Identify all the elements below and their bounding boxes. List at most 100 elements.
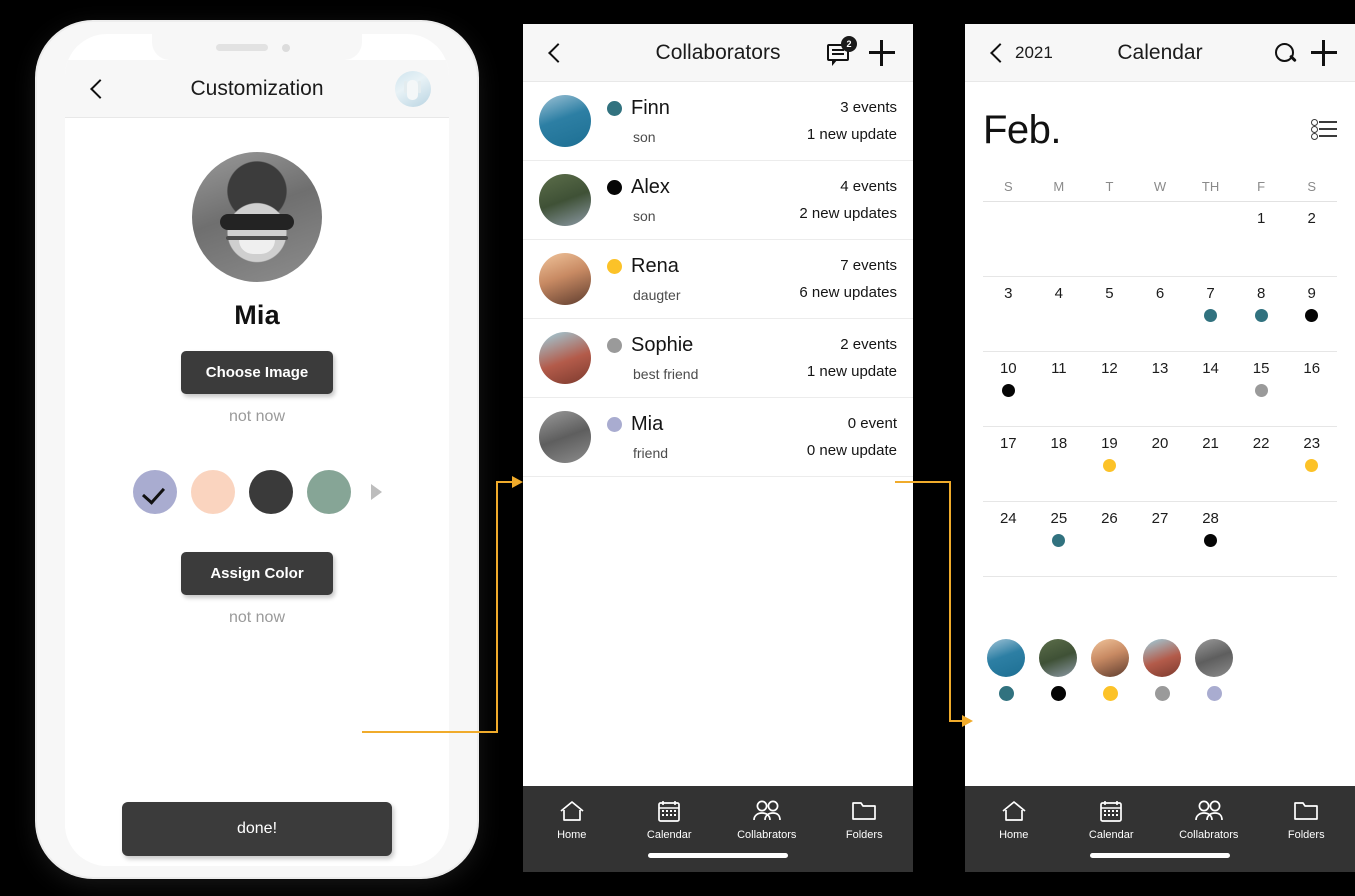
page-title: Customization	[190, 76, 324, 100]
bottom-navigation: Home Calendar Collabrators Folders	[523, 786, 913, 872]
assign-color-skip-link[interactable]: not now	[65, 609, 449, 627]
collaborator-avatar-item[interactable]	[1091, 639, 1129, 701]
calendar-day-cell[interactable]: 20	[1135, 435, 1186, 501]
collaborator-list: Finn son 3 events 1 new update Alex son …	[523, 82, 913, 477]
assign-color-button[interactable]: Assign Color	[181, 552, 333, 595]
done-button[interactable]: done!	[122, 802, 392, 856]
status-dot	[1206, 686, 1222, 701]
collaborator-name: Alex	[631, 176, 670, 198]
calendar-day-cell[interactable]: 23	[1286, 435, 1337, 501]
nav-item-calendar[interactable]: Calendar	[621, 796, 719, 841]
calendar-day-cell[interactable]: 16	[1286, 360, 1337, 426]
list-item[interactable]: Rena daugter 7 events 6 new updates	[523, 240, 913, 319]
collaborator-avatar-item[interactable]	[1195, 639, 1233, 701]
event-dot	[1204, 309, 1218, 322]
collaborator-avatar-item[interactable]	[1039, 639, 1077, 701]
nav-item-collaborators[interactable]: Collabrators	[718, 796, 816, 841]
calendar-icon	[1063, 796, 1161, 826]
nav-item-home[interactable]: Home	[965, 796, 1063, 841]
chevron-right-icon[interactable]	[370, 484, 382, 500]
calendar-day-cell[interactable]: 8	[1236, 285, 1287, 351]
nav-label: Calendar	[646, 829, 692, 841]
nav-item-home[interactable]: Home	[523, 796, 621, 841]
calendar-day-cell[interactable]: 12	[1084, 360, 1135, 426]
list-item[interactable]: Sophie best friend 2 events 1 new update	[523, 319, 913, 398]
calendar-day-cell[interactable]: 17	[983, 435, 1034, 501]
collaborator-avatar-item[interactable]	[1143, 639, 1181, 701]
color-swatch-periwinkle[interactable]	[132, 470, 177, 514]
calendar-empty-cell	[1236, 510, 1287, 576]
calendar-day-cell[interactable]: 3	[983, 285, 1034, 351]
color-swatch-sage[interactable]	[306, 470, 351, 514]
calendar-day-cell[interactable]: 5	[1084, 285, 1135, 351]
calendar-day-cell[interactable]: 7	[1185, 285, 1236, 351]
status-dot	[607, 180, 622, 195]
calendar-day-cell[interactable]: 19	[1084, 435, 1135, 501]
weekday-label: F	[1257, 179, 1266, 194]
calendar-day-cell[interactable]: 9	[1286, 285, 1337, 351]
calendar-day-cell[interactable]: 15	[1236, 360, 1287, 426]
plus-icon[interactable]	[1311, 39, 1337, 66]
search-icon[interactable]	[1273, 41, 1297, 65]
plus-icon[interactable]	[869, 39, 895, 66]
list-item[interactable]: Alex son 4 events 2 new updates	[523, 161, 913, 240]
chat-badge-count: 2	[841, 35, 857, 52]
front-camera	[282, 44, 290, 52]
calendar-day-cell[interactable]: 4	[1034, 285, 1085, 351]
nav-item-folders[interactable]: Folders	[1258, 796, 1355, 841]
nav-item-calendar[interactable]: Calendar	[1063, 796, 1161, 841]
calendar-day-cell[interactable]: 11	[1034, 360, 1085, 426]
calendar-day-cell[interactable]: 27	[1135, 510, 1186, 576]
chevron-left-icon[interactable]	[87, 78, 109, 100]
color-swatch-charcoal[interactable]	[248, 470, 293, 514]
calendar-day-cell[interactable]: 14	[1185, 360, 1236, 426]
calendar-day-number: 14	[1202, 360, 1219, 377]
collaborator-avatar-item[interactable]	[987, 639, 1025, 701]
calendar-day-cell[interactable]: 25	[1034, 510, 1085, 576]
calendar-day-number: 1	[1256, 210, 1266, 227]
chevron-left-icon[interactable]	[545, 42, 567, 64]
color-swatch-peach[interactable]	[190, 470, 235, 514]
choose-image-skip-link[interactable]: not now	[65, 408, 449, 426]
customization-appbar: Customization	[65, 60, 449, 118]
list-view-icon[interactable]	[1311, 118, 1337, 141]
status-dot	[607, 101, 622, 116]
calendar-day-cell[interactable]: 18	[1034, 435, 1085, 501]
event-count: 4 events	[840, 178, 897, 195]
collaborator-relation: son	[633, 208, 656, 224]
event-dot	[1305, 309, 1319, 322]
list-item[interactable]: Mia friend 0 event 0 new update	[523, 398, 913, 477]
update-count: 6 new updates	[799, 284, 897, 301]
year-label[interactable]: 2021	[1015, 43, 1053, 63]
nav-item-collaborators[interactable]: Collabrators	[1160, 796, 1258, 841]
calendar-week-row: 10 11 12 13 14 15 16	[983, 352, 1337, 427]
collaborator-relation: friend	[633, 445, 669, 461]
calendar-day-cell[interactable]: 13	[1135, 360, 1186, 426]
calendar-day-cell[interactable]: 24	[983, 510, 1034, 576]
calendar-day-cell[interactable]: 1	[1236, 210, 1287, 276]
calendar-day-cell[interactable]: 28	[1185, 510, 1236, 576]
calendar-empty-cell	[1286, 510, 1337, 576]
calendar-day-cell[interactable]: 10	[983, 360, 1034, 426]
calendar-empty-cell	[983, 210, 1034, 276]
nav-item-folders[interactable]: Folders	[816, 796, 914, 841]
calendar-day-cell[interactable]: 2	[1286, 210, 1337, 276]
list-item[interactable]: Finn son 3 events 1 new update	[523, 82, 913, 161]
avatar	[987, 639, 1025, 677]
collaborator-name: Sophie	[631, 334, 694, 356]
profile-photo[interactable]	[192, 152, 322, 282]
phone1-screen: Customization Mia Choose Image not now A…	[65, 34, 449, 866]
status-dot	[1050, 686, 1066, 701]
user-avatar[interactable]	[395, 70, 431, 107]
avatar	[539, 253, 591, 305]
folder-icon	[1258, 796, 1355, 826]
chevron-left-icon[interactable]	[987, 42, 1009, 64]
calendar-day-cell[interactable]: 6	[1135, 285, 1186, 351]
chat-bubble-icon[interactable]: 2	[827, 35, 857, 66]
customization-body: Mia Choose Image not now Assign Color no…	[65, 152, 449, 866]
calendar-day-cell[interactable]: 26	[1084, 510, 1135, 576]
calendar-day-number: 23	[1303, 435, 1321, 452]
calendar-day-cell[interactable]: 21	[1185, 435, 1236, 501]
choose-image-button[interactable]: Choose Image	[181, 351, 333, 394]
calendar-day-cell[interactable]: 22	[1236, 435, 1287, 501]
